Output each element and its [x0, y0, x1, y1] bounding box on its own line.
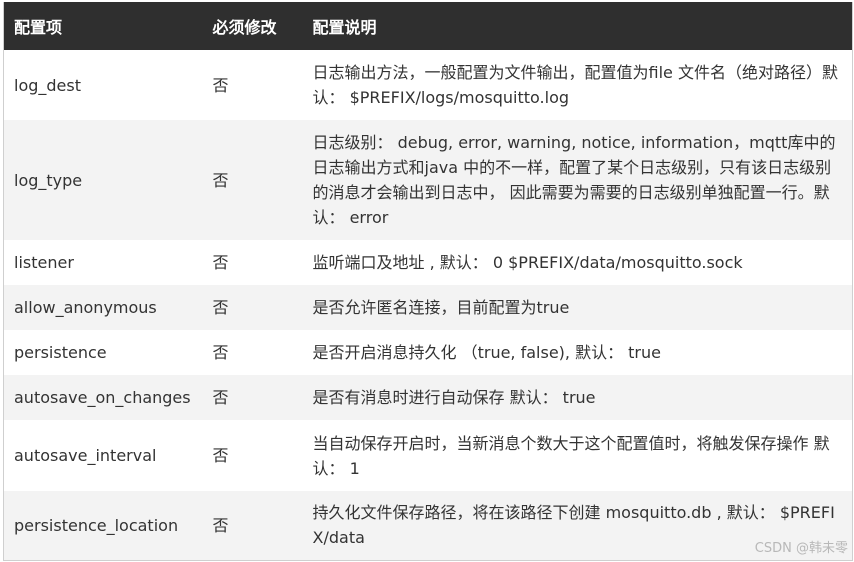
cell-desc: 监听端口及地址 , 默认： 0 $PREFIX/data/mosquitto.s… — [312, 253, 743, 272]
cell-required: 否 — [212, 388, 229, 407]
cell-item: persistence — [14, 343, 107, 362]
page: 配置项 必须修改 配置说明 log_dest 否 日志输出方法，一般配置为文件输… — [0, 0, 854, 562]
cell-item: autosave_interval — [14, 446, 157, 465]
cell-required: 否 — [212, 75, 229, 95]
cell-required: 否 — [212, 446, 229, 465]
header-required: 必须修改 — [212, 18, 277, 37]
cell-desc: 日志输出方法，一般配置为文件输出，配置值为file 文件名（绝对路径）默认： $… — [312, 63, 838, 107]
cell-item: autosave_on_changes — [14, 388, 191, 407]
table-row: autosave_on_changes 否 是否有消息时进行自动保存 默认： t… — [3, 375, 853, 420]
cell-desc: 是否有消息时进行自动保存 默认： true — [312, 388, 596, 407]
config-table: 配置项 必须修改 配置说明 log_dest 否 日志输出方法，一般配置为文件输… — [3, 2, 853, 561]
cell-required: 否 — [212, 515, 229, 535]
cell-desc: 是否开启消息持久化 （true, false), 默认： true — [312, 343, 662, 362]
watermark: CSDN @韩未零 — [754, 541, 848, 556]
cell-item: allow_anonymous — [14, 298, 157, 317]
cell-required: 否 — [212, 170, 229, 190]
cell-desc: 日志级别： debug, error, warning, notice, inf… — [312, 133, 836, 227]
cell-required: 否 — [212, 343, 229, 362]
header-config-item: 配置项 — [14, 18, 63, 37]
cell-item: listener — [14, 253, 74, 272]
table-row: listener 否 监听端口及地址 , 默认： 0 $PREFIX/data/… — [3, 240, 853, 285]
table-row: autosave_interval 否 当自动保存开启时，当新消息个数大于这个配… — [3, 420, 853, 491]
cell-desc: 是否允许匿名连接，目前配置为true — [312, 298, 570, 317]
cell-required: 否 — [212, 253, 229, 272]
header-description: 配置说明 — [312, 18, 377, 37]
cell-desc: 当自动保存开启时，当新消息个数大于这个配置值时，将触发保存操作 默认： 1 — [312, 433, 830, 478]
cell-item: log_type — [14, 170, 83, 190]
cell-required: 否 — [212, 298, 229, 317]
cell-item: persistence_location — [14, 515, 179, 535]
table-row: allow_anonymous 否 是否允许匿名连接，目前配置为true — [3, 285, 853, 330]
header-row: 配置项 必须修改 配置说明 — [3, 2, 853, 50]
table-row: persistence_location 否 持久化文件保存路径，将在该路径下创… — [3, 491, 853, 560]
table-body: log_dest 否 日志输出方法，一般配置为文件输出，配置值为file 文件名… — [3, 50, 853, 560]
table-header: 配置项 必须修改 配置说明 — [3, 2, 853, 50]
table-row: log_dest 否 日志输出方法，一般配置为文件输出，配置值为file 文件名… — [3, 50, 853, 120]
table-row: persistence 否 是否开启消息持久化 （true, false), 默… — [3, 330, 853, 375]
cell-item: log_dest — [14, 75, 81, 95]
table-row: log_type 否 日志级别： debug, error, warning, … — [3, 120, 853, 240]
